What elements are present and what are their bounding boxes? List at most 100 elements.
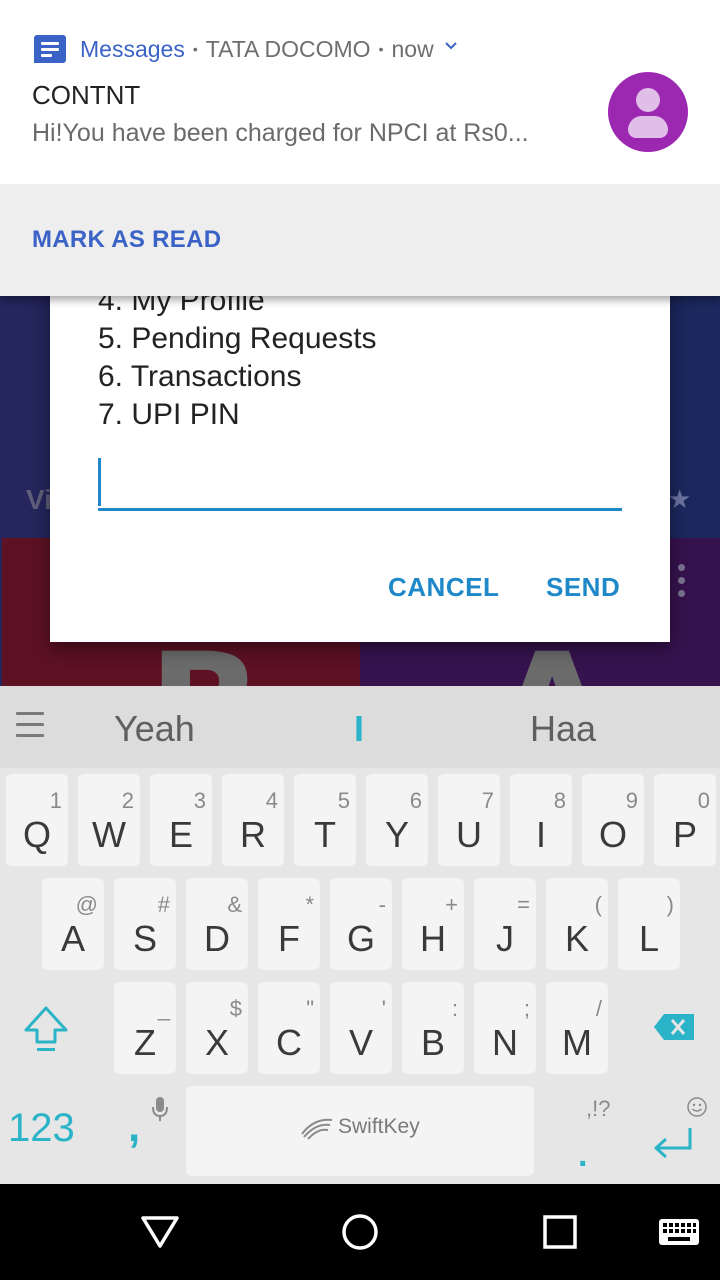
key-label: L xyxy=(638,918,660,959)
key-y[interactable]: 6Y xyxy=(366,774,428,866)
back-icon[interactable] xyxy=(140,1214,180,1250)
key-hint: / xyxy=(595,996,602,1021)
enter-icon[interactable] xyxy=(650,1124,696,1164)
key-hint: $ xyxy=(229,996,242,1021)
key-j[interactable]: = J xyxy=(474,878,536,970)
key-label: T xyxy=(314,814,336,855)
key-hint: 5 xyxy=(337,788,350,813)
key-hint: ( xyxy=(594,892,602,917)
key-label: R xyxy=(240,814,266,855)
key-label: J xyxy=(496,918,514,959)
emoji-icon[interactable] xyxy=(686,1096,708,1118)
key-label: A xyxy=(60,918,85,959)
send-button[interactable]: SEND xyxy=(546,572,620,603)
key-hint: * xyxy=(305,892,314,917)
notification-header: Messages • TATA DOCOMO • now xyxy=(34,32,458,66)
key-l[interactable]: ) L xyxy=(618,878,680,970)
key-t[interactable]: 5T xyxy=(294,774,356,866)
recents-icon[interactable] xyxy=(542,1214,578,1250)
backspace-icon[interactable] xyxy=(652,1012,696,1042)
key-label: Z xyxy=(134,1022,156,1063)
key-label: B xyxy=(420,1022,445,1063)
ussd-reply-input[interactable] xyxy=(98,455,622,511)
suggestion-bar: Yeah I Haa xyxy=(0,686,720,768)
key-b[interactable]: :B xyxy=(402,982,464,1074)
shift-icon[interactable] xyxy=(22,1004,70,1056)
separator-dot: • xyxy=(192,41,198,57)
key-i[interactable]: 8I xyxy=(510,774,572,866)
key-s[interactable]: # S xyxy=(114,878,176,970)
screen: Vi ★ B A 4. My Profile 5. Pending Reques… xyxy=(0,0,720,1280)
text-cursor xyxy=(98,458,101,506)
key-m[interactable]: / M xyxy=(546,982,608,1074)
period-label: . xyxy=(578,1136,588,1174)
sms-notification[interactable]: Messages • TATA DOCOMO • now CONTNT Hi!Y… xyxy=(0,0,720,296)
key-hint: 7 xyxy=(481,788,494,813)
key-v[interactable]: ' V xyxy=(330,982,392,1074)
key-p[interactable]: 0P xyxy=(654,774,716,866)
home-icon[interactable] xyxy=(340,1212,380,1252)
hamburger-menu-icon[interactable] xyxy=(16,712,44,742)
key-hint: 2 xyxy=(121,788,134,813)
key-hint: - xyxy=(378,892,386,917)
separator-dot: • xyxy=(378,41,384,57)
notification-time: now xyxy=(391,35,434,62)
key-label: C xyxy=(276,1022,302,1063)
key-a[interactable]: @ A xyxy=(42,878,104,970)
key-label: S xyxy=(132,918,157,959)
key-k[interactable]: (K xyxy=(546,878,608,970)
menu-item-transactions: 6. Transactions xyxy=(98,360,302,393)
key-w[interactable]: 2W xyxy=(78,774,140,866)
key-hint: 1 xyxy=(49,788,62,813)
key-c[interactable]: " C xyxy=(258,982,320,1074)
key-e[interactable]: 3E xyxy=(150,774,212,866)
key-label: I xyxy=(535,814,546,855)
key-u[interactable]: 7U xyxy=(438,774,500,866)
punctuation-hint: ,!? xyxy=(586,1096,611,1121)
key-q[interactable]: 1Q xyxy=(6,774,68,866)
menu-item-upi-pin: 7. UPI PIN xyxy=(98,398,240,431)
key-label: G xyxy=(346,918,375,959)
chevron-down-icon[interactable] xyxy=(444,39,458,53)
suggestion-right[interactable]: Haa xyxy=(530,708,596,750)
key-z[interactable]: _ Z xyxy=(114,982,176,1074)
suggestion-left[interactable]: Yeah xyxy=(114,708,195,750)
notification-actions: MARK AS READ xyxy=(0,184,720,296)
key-hint: 9 xyxy=(625,788,638,813)
key-label: F xyxy=(278,918,300,959)
key-hint: 6 xyxy=(409,788,422,813)
key-hint: @ xyxy=(75,892,98,917)
key-h[interactable]: + H xyxy=(402,878,464,970)
mic-icon xyxy=(152,1097,168,1121)
navigation-bar xyxy=(0,1184,720,1280)
ussd-dialog: 4. My Profile 5. Pending Requests 6. Tra… xyxy=(50,250,670,642)
space-bar[interactable]: SwiftKey xyxy=(186,1086,534,1176)
key-o[interactable]: 9O xyxy=(582,774,644,866)
key-x[interactable]: $ X xyxy=(186,982,248,1074)
messages-app-icon xyxy=(34,35,66,63)
contact-avatar xyxy=(608,72,688,152)
cancel-button[interactable]: CANCEL xyxy=(388,572,499,603)
key-label: Q xyxy=(22,814,51,855)
key-label: V xyxy=(348,1022,373,1063)
key-label: N xyxy=(492,1022,518,1063)
notification-carrier: TATA DOCOMO xyxy=(205,35,371,62)
key-r[interactable]: 4R xyxy=(222,774,284,866)
key-f[interactable]: * F xyxy=(258,878,320,970)
key-label: K xyxy=(564,918,589,959)
key-n[interactable]: ; N xyxy=(474,982,536,1074)
keyboard-switch-icon[interactable] xyxy=(658,1218,700,1246)
key-label: M xyxy=(562,1022,592,1063)
mark-as-read-button[interactable]: MARK AS READ xyxy=(32,226,221,254)
suggestion-center[interactable]: I xyxy=(354,708,364,750)
swiftkey-label: SwiftKey xyxy=(338,1115,420,1138)
key-g[interactable]: -G xyxy=(330,878,392,970)
key-hint: 4 xyxy=(265,788,278,813)
key-d[interactable]: & D xyxy=(186,878,248,970)
key-hint: + xyxy=(445,892,458,917)
comma-key[interactable]: , xyxy=(128,1102,140,1152)
numbers-key[interactable]: 123 xyxy=(8,1106,75,1151)
key-hint: 0 xyxy=(697,788,710,813)
key-label: X xyxy=(204,1022,229,1063)
key-hint: # xyxy=(157,892,170,917)
